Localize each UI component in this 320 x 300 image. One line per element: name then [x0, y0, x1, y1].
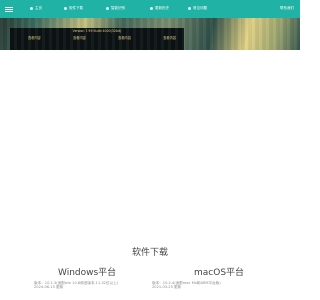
hero-caption: Version 7.99 Build 4000(32bit)	[72, 29, 122, 33]
menu-icon[interactable]	[2, 0, 16, 18]
nav-item-download[interactable]: 软件下载	[64, 6, 83, 11]
nav-item-label: 智能识别	[111, 6, 125, 10]
hero-tab[interactable]: 查看内容	[28, 35, 41, 40]
windows-platform-title[interactable]: Windows平台	[58, 265, 116, 278]
hero-tab[interactable]: 查看内容	[118, 35, 131, 40]
nav-item-faq[interactable]: 常见问题	[188, 6, 207, 11]
hero-screenshot: Version 7.99 Build 4000(32bit) 查看内容 查看内容…	[10, 28, 184, 50]
question-icon	[188, 7, 191, 10]
windows-updated: 2024-06-15 更新	[34, 285, 64, 290]
top-navbar: 主页 软件下载 智能识别 更新历史 常见问题 联系我们	[0, 0, 300, 18]
macos-platform-title[interactable]: macOS平台	[194, 265, 244, 278]
contact-link[interactable]: 联系我们	[280, 6, 294, 11]
macos-info: 版本：10.2.4(适配mac Mx和ARM平台版) 2021-03-25 更新	[152, 281, 221, 289]
nav-item-home[interactable]: 主页	[30, 6, 42, 11]
windows-info: 版本：10.1.3(适配win 10,8和旧版本,11,32位以上) 2024-…	[34, 281, 118, 289]
history-icon	[150, 7, 153, 10]
nav-item-history[interactable]: 更新历史	[150, 6, 169, 11]
hero-tab[interactable]: 查看内容	[73, 35, 86, 40]
hero-tab[interactable]: 查看内容	[163, 35, 176, 40]
nav-item-label: 软件下载	[69, 6, 83, 10]
download-icon	[64, 7, 67, 10]
download-section-title: 软件下载	[131, 248, 168, 258]
scan-icon	[106, 7, 109, 10]
nav-item-recognition[interactable]: 智能识别	[106, 6, 125, 11]
hero-tabs: 查看内容 查看内容 查看内容 查看内容	[28, 35, 176, 40]
hero-banner: Version 7.99 Build 4000(32bit) 查看内容 查看内容…	[0, 18, 300, 50]
nav-item-label: 常见问题	[193, 6, 207, 10]
nav-item-label: 主页	[35, 6, 42, 10]
nav-item-label: 更新历史	[155, 6, 169, 10]
macos-updated: 2021-03-25 更新	[152, 285, 182, 290]
home-icon	[30, 7, 33, 10]
